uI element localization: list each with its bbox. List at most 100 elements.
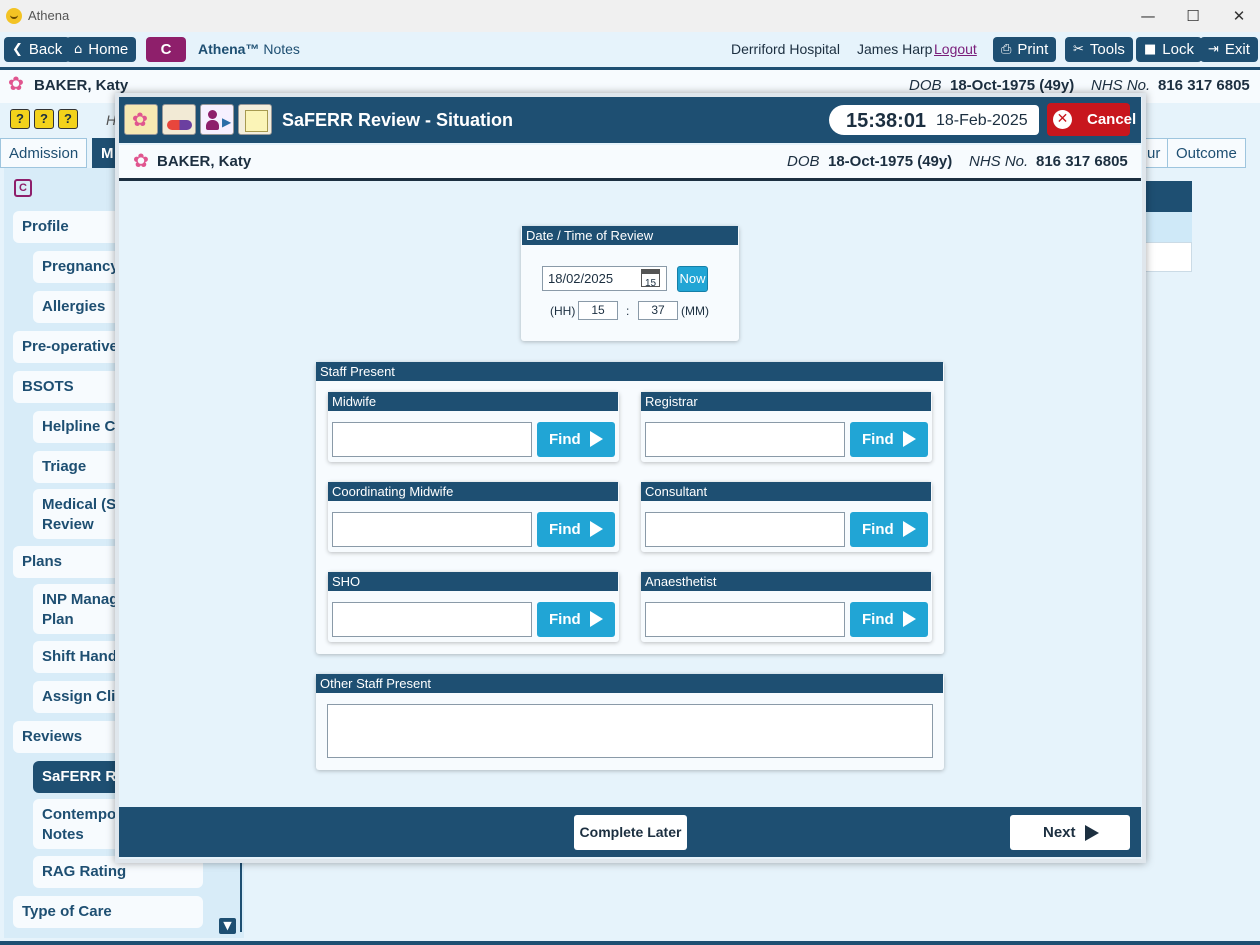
chevron-down-icon[interactable]: ▼ [219,918,236,934]
time-separator: : [626,304,630,318]
midwife-label: Midwife [328,392,618,411]
sho-input[interactable] [332,602,532,637]
home-icon: ⌂ [74,42,83,57]
help-icon[interactable]: ? [58,109,78,129]
nhs-value: 816 317 6805 [1036,153,1128,170]
minimize-button[interactable]: — [1125,4,1171,28]
lock-button[interactable]: ■ Lock [1136,37,1202,62]
review-datetime-header: Date / Time of Review [522,226,738,245]
tools-button[interactable]: ✂ Tools [1065,37,1133,62]
table-row[interactable] [1140,242,1192,272]
sidebar-item-type-of-care[interactable]: Type of Care [13,896,203,928]
app-brand: Athena™ [198,41,260,57]
lock-label: Lock [1162,41,1194,58]
exit-icon: ⇥ [1208,42,1219,57]
cancel-button[interactable]: ✕ Cancel [1047,103,1136,136]
anaesthetist-input[interactable] [645,602,845,637]
mm-label: (MM) [681,304,709,318]
nhs-value: 816 317 6805 [1158,77,1250,94]
modal-title: SaFERR Review - Situation [282,110,514,130]
table-header [1140,181,1192,212]
coordinating-midwife-input[interactable] [332,512,532,547]
find-registrar-button[interactable]: Find [850,422,928,457]
help-icon[interactable]: ? [10,109,30,129]
minute-input[interactable]: 37 [638,301,678,320]
dob-label: DOB [787,153,820,170]
maximize-button[interactable]: ☐ [1170,4,1216,28]
find-midwife-button[interactable]: Find [537,422,615,457]
logout-link[interactable]: Logout [934,41,977,57]
find-label: Find [862,521,894,538]
complete-later-button[interactable]: Complete Later [574,815,687,850]
alert-icon-row: ? ? ? [10,109,78,129]
registrar-input[interactable] [645,422,845,457]
c-module-button[interactable]: C [146,37,186,62]
home-label: Home [88,41,129,58]
nhs-label: NHS No. [1091,77,1151,94]
nhs-label: NHS No. [969,153,1029,170]
user-name: James Harp [857,41,933,57]
exit-label: Exit [1224,41,1250,58]
find-label: Find [549,521,581,538]
back-label: Back [28,41,63,58]
play-arrow-icon [903,611,916,627]
consultant-label: Consultant [641,482,931,501]
back-button[interactable]: ❮ Back [4,37,71,62]
find-coordinating-midwife-button[interactable]: Find [537,512,615,547]
sho-label: SHO [328,572,618,591]
exit-button[interactable]: ⇥ Exit [1200,37,1258,62]
play-arrow-icon [1085,825,1099,841]
home-button[interactable]: ⌂ Home [66,37,137,62]
coordinating-midwife-label: Coordinating Midwife [328,482,618,501]
registrar-label: Registrar [641,392,931,411]
person-arrow-icon[interactable]: ▶ [200,104,234,135]
printer-icon: ⎙ [1001,42,1012,57]
table-row[interactable] [1140,212,1192,242]
hour-input[interactable]: 15 [578,301,618,320]
play-arrow-icon [590,431,603,447]
help-icon[interactable]: ? [34,109,54,129]
cancel-label: Cancel [1087,111,1137,128]
next-label: Next [1043,824,1076,841]
next-button[interactable]: Next [1010,815,1130,850]
print-label: Print [1017,41,1049,58]
find-label: Find [549,431,581,448]
find-consultant-button[interactable]: Find [850,512,928,547]
clock-date: 18-Feb-2025 [936,112,1028,129]
staff-present-header: Staff Present [316,362,943,381]
find-label: Find [862,431,894,448]
midwife-input[interactable] [332,422,532,457]
other-staff-textarea[interactable] [327,704,933,758]
find-sho-button[interactable]: Find [537,602,615,637]
tools-icon: ✂ [1073,42,1084,57]
medication-pill-icon[interactable] [162,104,196,135]
play-arrow-icon [903,431,916,447]
flower-icon [8,73,26,99]
app-name: Athena™ Notes [198,41,300,57]
app-module: Notes [263,41,300,57]
play-arrow-icon [590,611,603,627]
hh-label: (HH) [550,304,576,318]
patient-name: BAKER, Katy [34,77,129,94]
hospital-name: Derriford Hospital [731,41,840,57]
dob-value: 18-Oct-1975 (49y) [828,153,953,170]
consultant-input[interactable] [645,512,845,547]
tab-outcome[interactable]: Outcome [1167,138,1246,168]
find-anaesthetist-button[interactable]: Find [850,602,928,637]
notepad-icon[interactable] [238,104,272,135]
tools-label: Tools [1089,41,1125,58]
clock-time: 15:38:01 [846,110,927,132]
tab-admission[interactable]: Admission [0,138,88,168]
calendar-icon[interactable]: 15 [641,269,660,289]
find-label: Find [549,611,581,628]
patient-name: BAKER, Katy [157,153,252,170]
close-window-button[interactable]: ✕ [1216,4,1260,28]
find-label: Find [862,611,894,628]
lock-icon: ■ [1144,42,1157,57]
flower-icon[interactable] [124,104,158,135]
window-title: Athena [28,8,70,23]
now-button[interactable]: Now [677,266,708,292]
print-button[interactable]: ⎙ Print [993,37,1057,62]
other-staff-header: Other Staff Present [316,674,943,693]
athena-logo-icon [6,8,22,24]
